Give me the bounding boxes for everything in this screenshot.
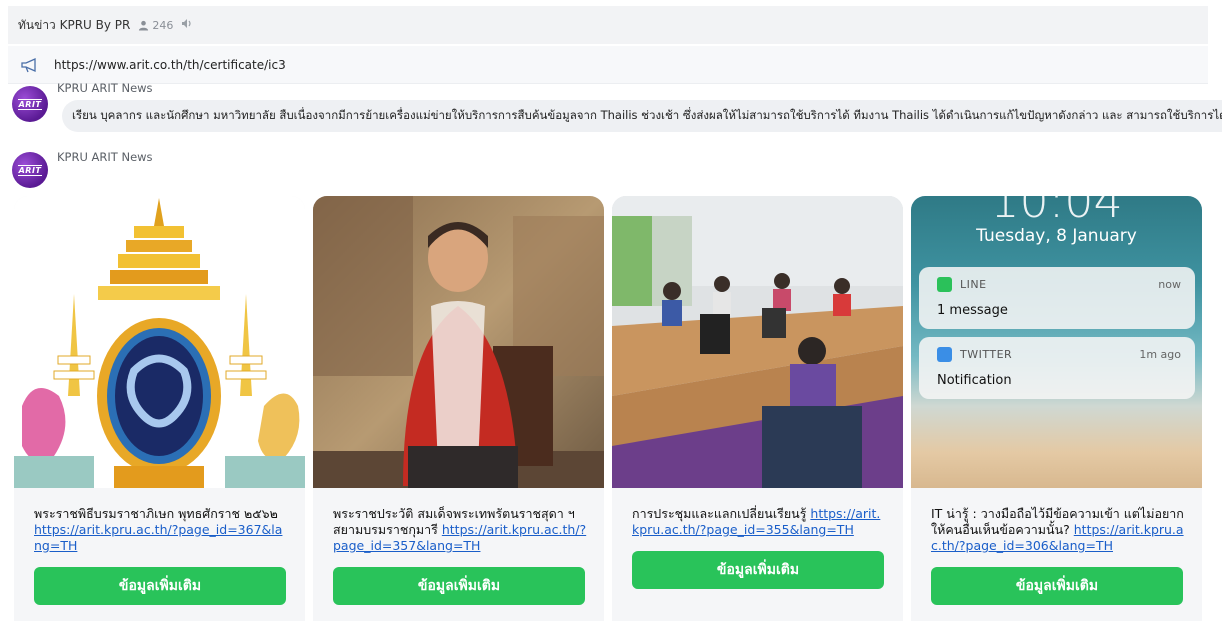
person-icon bbox=[139, 20, 149, 31]
card-caption: พระราชพิธีบรมราชาภิเษก พุทธศักราช ๒๕๖๒ h… bbox=[34, 506, 289, 554]
notification-twitter: TWITTER 1m ago Notification bbox=[919, 337, 1195, 399]
more-info-button[interactable]: ข้อมูลเพิ่มเติม bbox=[931, 567, 1183, 605]
avatar[interactable]: ARIT bbox=[12, 86, 48, 122]
announcement-bar[interactable]: https://www.arit.co.th/th/certificate/ic… bbox=[8, 46, 1208, 84]
notification-time: now bbox=[1158, 278, 1181, 291]
speaker-icon[interactable] bbox=[181, 18, 193, 32]
avatar-text: ARIT bbox=[17, 98, 43, 110]
card-image-meeting[interactable] bbox=[612, 196, 903, 488]
card-link[interactable]: https://arit.kpru.ac.th/?page_id=367&lan… bbox=[34, 522, 282, 553]
member-count[interactable]: 246 bbox=[138, 19, 173, 32]
card-text: การประชุมและแลกเปลี่ยนเรียนรู้ bbox=[632, 506, 811, 521]
card-image-royal-emblem[interactable] bbox=[14, 196, 305, 488]
notification-time: 1m ago bbox=[1139, 348, 1181, 361]
notification-app: LINE bbox=[960, 278, 987, 291]
card-caption: การประชุมและแลกเปลี่ยนเรียนรู้ https://a… bbox=[632, 506, 887, 538]
megaphone-icon bbox=[21, 57, 36, 72]
more-info-button[interactable]: ข้อมูลเพิ่มเติม bbox=[632, 551, 884, 589]
notification-message: 1 message bbox=[937, 303, 1008, 318]
card-caption: IT น่ารู้ : วางมือถือไว้มีข้อความเข้า แต… bbox=[931, 506, 1186, 554]
lockscreen-date: Tuesday, 8 January bbox=[976, 226, 1137, 246]
notification-line: LINE now 1 message bbox=[919, 267, 1195, 329]
chat-header: ทันข่าว KPRU By PR 246 bbox=[8, 6, 1208, 44]
line-icon bbox=[937, 277, 952, 292]
carousel-card[interactable]: 10:04 Tuesday, 8 January LINE now 1 mess… bbox=[911, 196, 1202, 621]
group-title: ทันข่าว KPRU By PR bbox=[18, 17, 131, 32]
carousel-card[interactable]: พระราชประวัติ สมเด็จพระเทพรัตนราชสุดา ฯ … bbox=[313, 196, 604, 621]
announcement-text[interactable]: https://www.arit.co.th/th/certificate/ic… bbox=[54, 58, 286, 72]
card-image-portrait[interactable] bbox=[313, 196, 604, 488]
avatar-text: ARIT bbox=[17, 164, 43, 176]
message-text: เรียน บุคลากร และนักศึกษา มหาวิทยาลัย สื… bbox=[72, 108, 1222, 122]
card-image-phone-lockscreen[interactable]: 10:04 Tuesday, 8 January LINE now 1 mess… bbox=[911, 196, 1202, 488]
carousel-card[interactable]: พระราชพิธีบรมราชาภิเษก พุทธศักราช ๒๕๖๒ h… bbox=[14, 196, 305, 621]
sender-name: KPRU ARIT News bbox=[57, 150, 153, 164]
avatar[interactable]: ARIT bbox=[12, 152, 48, 188]
carousel-card[interactable]: การประชุมและแลกเปลี่ยนเรียนรู้ https://a… bbox=[612, 196, 903, 621]
member-count-value: 246 bbox=[152, 18, 174, 32]
twitter-icon bbox=[937, 347, 952, 362]
more-info-button[interactable]: ข้อมูลเพิ่มเติม bbox=[34, 567, 286, 605]
more-info-button[interactable]: ข้อมูลเพิ่มเติม bbox=[333, 567, 585, 605]
notification-app: TWITTER bbox=[960, 348, 1013, 361]
card-caption: พระราชประวัติ สมเด็จพระเทพรัตนราชสุดา ฯ … bbox=[333, 506, 588, 554]
message-bubble[interactable]: เรียน บุคลากร และนักศึกษา มหาวิทยาลัย สื… bbox=[62, 100, 1222, 132]
notification-message: Notification bbox=[937, 373, 1012, 388]
sender-name: KPRU ARIT News bbox=[57, 83, 153, 95]
card-text: พระราชพิธีบรมราชาภิเษก พุทธศักราช ๒๕๖๒ bbox=[34, 506, 278, 521]
lockscreen-clock: 10:04 bbox=[990, 196, 1123, 228]
